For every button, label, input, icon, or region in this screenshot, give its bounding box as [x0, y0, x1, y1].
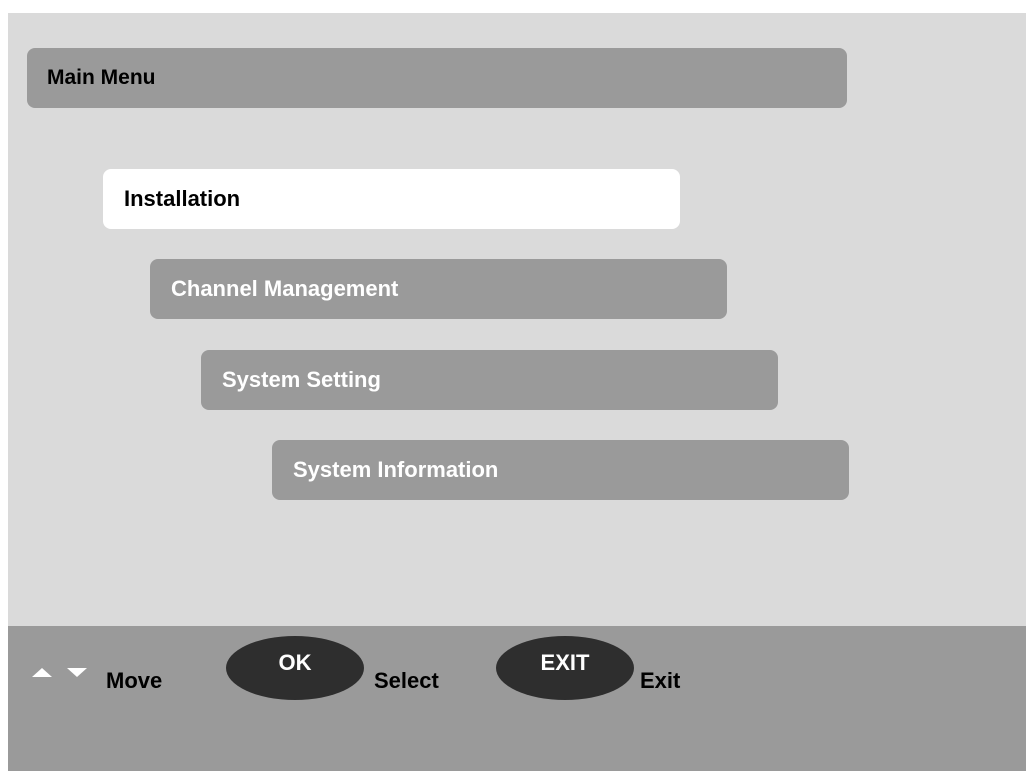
- menu-item-label: System Setting: [222, 367, 381, 392]
- exit-hint-label: Exit: [640, 668, 681, 693]
- menu-item-label: Installation: [124, 186, 241, 211]
- key-hint-footer: Move OK Select EXIT Exit: [8, 626, 1026, 771]
- down-arrow-icon: [67, 668, 87, 677]
- select-hint-label: Select: [374, 668, 439, 693]
- menu-screen: Main Menu Installation Channel Managemen…: [8, 13, 1026, 771]
- menu-item-system-information[interactable]: System Information: [272, 440, 849, 500]
- move-hint-label: Move: [106, 668, 163, 693]
- menu-item-system-setting[interactable]: System Setting: [201, 350, 778, 410]
- menu-item-label: System Information: [293, 457, 499, 482]
- menu-item-installation[interactable]: Installation: [103, 169, 680, 229]
- ok-button-label: OK: [278, 650, 312, 675]
- menu-item-channel-management[interactable]: Channel Management: [150, 259, 727, 319]
- menu-item-label: Channel Management: [171, 276, 399, 301]
- exit-button-label: EXIT: [540, 650, 590, 675]
- main-menu-title-bar: Main Menu: [27, 48, 847, 108]
- exit-button[interactable]: EXIT: [496, 636, 634, 700]
- page-title: Main Menu: [47, 66, 156, 89]
- ok-button[interactable]: OK: [226, 636, 364, 700]
- up-arrow-icon: [32, 668, 52, 677]
